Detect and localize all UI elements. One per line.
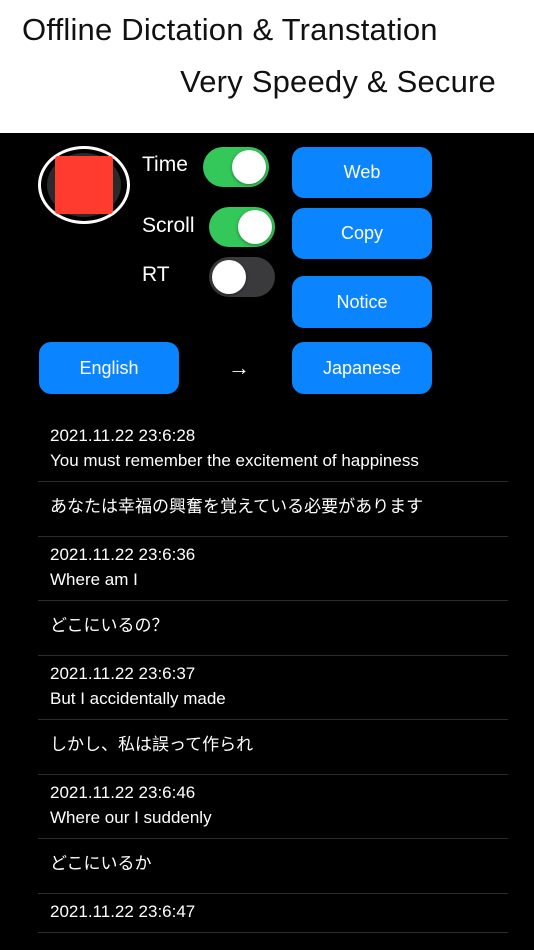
list-item: どこにいるの？: [38, 601, 508, 656]
record-stop-button[interactable]: [38, 146, 130, 224]
toggle-knob: [232, 150, 266, 184]
list-item: 2021.11.22 23:6:37 But I accidentally ma…: [38, 656, 508, 720]
promo-banner: Offline Dictation & Transtation Very Spe…: [0, 0, 534, 133]
source-language-button[interactable]: English: [39, 342, 179, 394]
entry-translation: あなたは幸福の興奮を覚えている必要があります: [50, 497, 424, 516]
entry-timestamp: 2021.11.22 23:6:47: [50, 902, 196, 921]
arrow-right-icon: →: [228, 355, 250, 380]
entry-timestamp: 2021.11.22 23:6:36: [50, 545, 196, 564]
entry-text: Where am I: [50, 570, 138, 589]
entry-text: You must remember the excitement of happ…: [50, 451, 419, 470]
stop-square-icon: [55, 156, 113, 214]
transcript-list[interactable]: 2021.11.22 23:6:28 You must remember the…: [38, 418, 508, 933]
time-label: Time: [142, 153, 188, 176]
entry-text: But I accidentally made: [50, 689, 226, 708]
list-item: 2021.11.22 23:6:47: [38, 894, 508, 933]
list-item: 2021.11.22 23:6:36 Where am I: [38, 537, 508, 601]
list-item: どこにいるか: [38, 839, 508, 894]
list-item: しかし、私は誤って作られ: [38, 720, 508, 775]
list-item: あなたは幸福の興奮を覚えている必要があります: [38, 482, 508, 537]
entry-timestamp: 2021.11.22 23:6:46: [50, 783, 196, 802]
copy-button[interactable]: Copy: [292, 208, 432, 259]
target-language-button[interactable]: Japanese: [292, 342, 432, 394]
scroll-toggle[interactable]: [209, 207, 275, 247]
entry-translation: どこにいるの？: [50, 616, 169, 635]
rt-label: RT: [142, 263, 170, 286]
entry-timestamp: 2021.11.22 23:6:28: [50, 426, 196, 445]
toggle-knob: [212, 260, 246, 294]
record-button-inner: [47, 153, 121, 217]
entry-translation: しかし、私は誤って作られ: [50, 735, 254, 754]
toggle-knob: [238, 210, 272, 244]
entry-text: Where our I suddenly: [50, 808, 212, 827]
scroll-label: Scroll: [142, 214, 195, 237]
banner-subtitle: Very Speedy & Secure: [180, 64, 496, 99]
notice-button[interactable]: Notice: [292, 276, 432, 328]
list-item: 2021.11.22 23:6:46 Where our I suddenly: [38, 775, 508, 839]
list-item: 2021.11.22 23:6:28 You must remember the…: [38, 418, 508, 482]
entry-translation: どこにいるか: [50, 854, 152, 873]
banner-title: Offline Dictation & Transtation: [22, 12, 438, 47]
rt-toggle[interactable]: [209, 257, 275, 297]
web-button[interactable]: Web: [292, 147, 432, 198]
time-toggle[interactable]: [203, 147, 269, 187]
entry-timestamp: 2021.11.22 23:6:37: [50, 664, 196, 683]
